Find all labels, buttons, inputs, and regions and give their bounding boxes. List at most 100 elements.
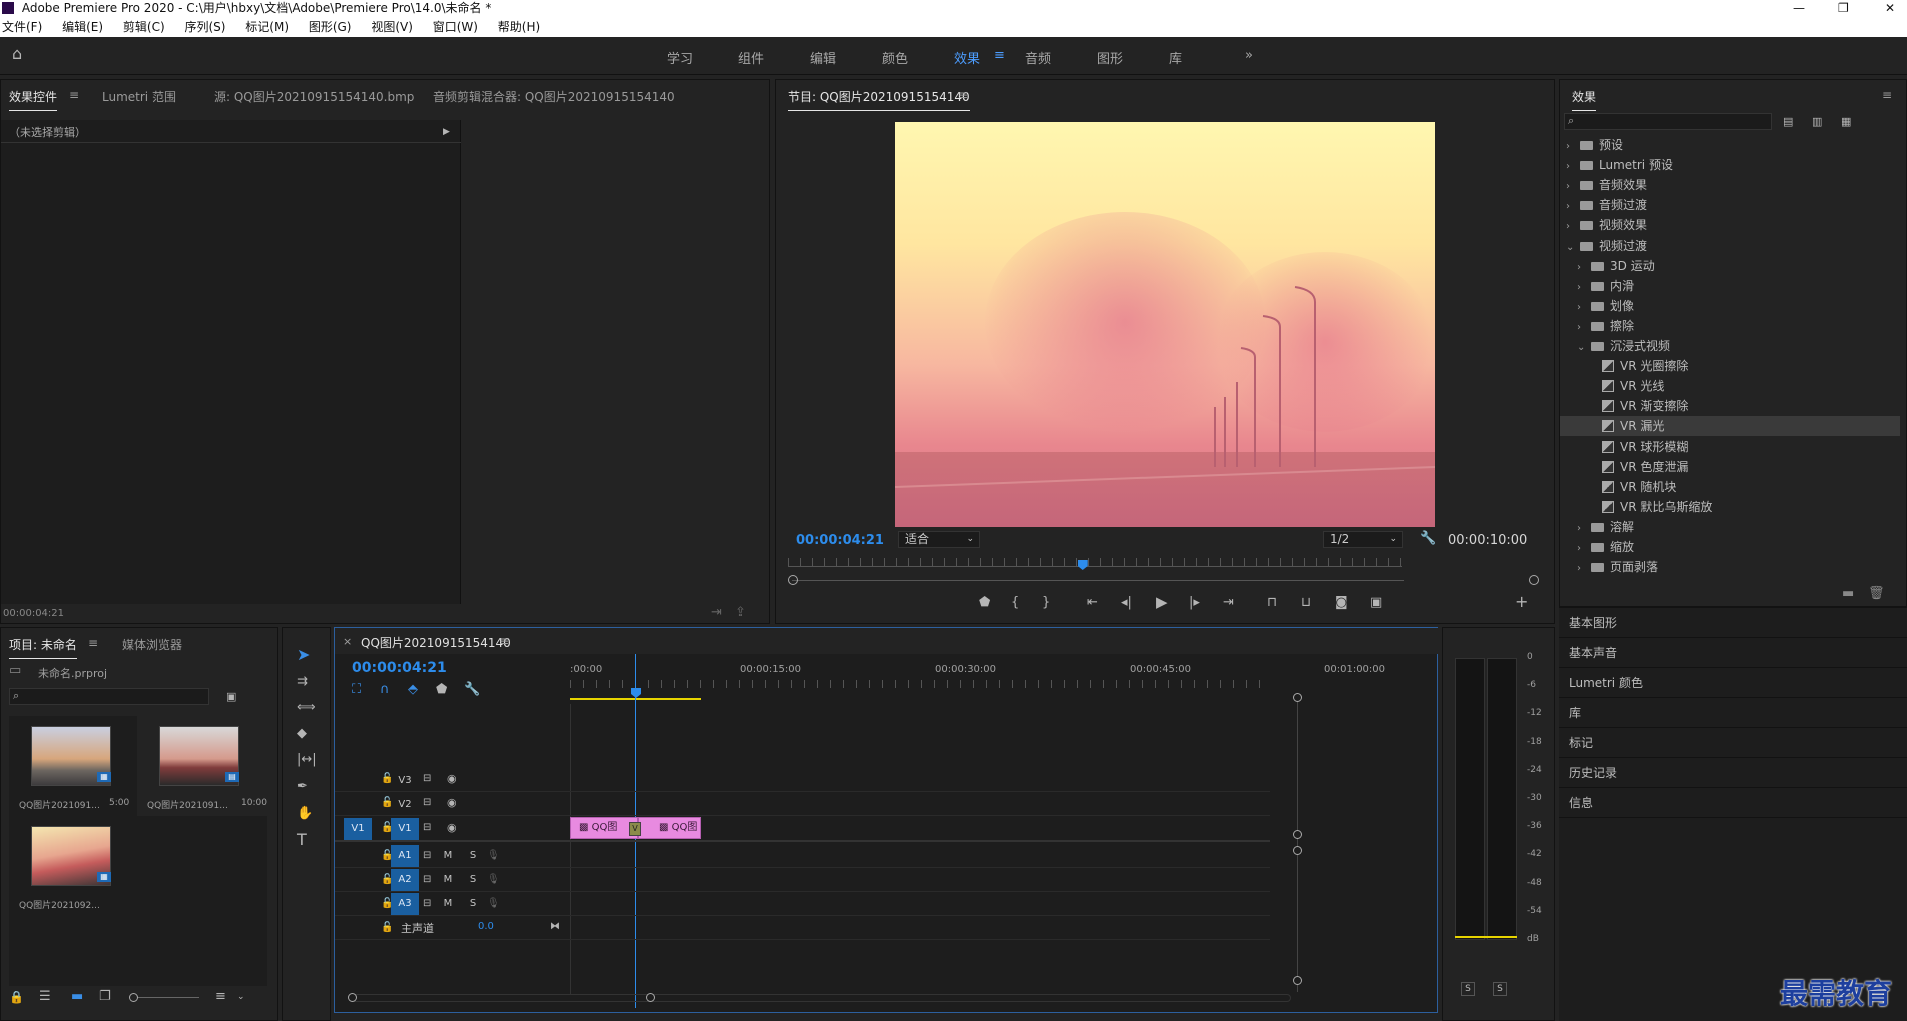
workspace-menu-icon[interactable]: ≡ xyxy=(994,48,1005,63)
sync-lock-icon[interactable]: ⊟ xyxy=(423,873,431,887)
minimize-button[interactable]: — xyxy=(1793,0,1805,16)
new-bin-icon[interactable]: ▬ xyxy=(1842,587,1854,601)
mic-icon[interactable]: 🎙 xyxy=(487,849,500,863)
export-frame-icon[interactable]: ⇥ xyxy=(711,606,722,620)
yuv-effects-icon[interactable]: ▦ xyxy=(1841,115,1851,129)
razor-tool-icon[interactable]: ◆ xyxy=(297,727,307,741)
effect-folder[interactable]: › 内滑 xyxy=(1560,276,1900,296)
transition-marker[interactable]: V xyxy=(629,822,641,836)
timeline-title[interactable]: QQ图片20210915154140 xyxy=(361,634,511,651)
chevron-right-icon[interactable]: › xyxy=(1566,157,1576,177)
track-v1-label[interactable]: V1 xyxy=(391,818,419,840)
snap-icon[interactable]: ∩ xyxy=(380,683,390,697)
timeline-settings-icon[interactable]: 🔧 xyxy=(464,683,480,697)
fit-dropdown[interactable]: 适合 ⌄ xyxy=(898,531,980,548)
project-item-3[interactable]: ▦ QQ图片2021092... xyxy=(9,816,137,916)
lock-icon[interactable]: 🔓 xyxy=(381,921,393,935)
extract-icon[interactable]: ⊔ xyxy=(1301,596,1311,610)
effect-item[interactable]: VR 光线 xyxy=(1560,376,1900,396)
sync-lock-icon[interactable]: ⊟ xyxy=(423,897,431,911)
section-info[interactable]: 信息 xyxy=(1559,787,1907,817)
list-view-icon[interactable]: ☰ xyxy=(39,990,51,1004)
linked-selection-icon[interactable]: ⬘ xyxy=(408,683,418,697)
step-back-icon[interactable]: ◂| xyxy=(1121,596,1132,610)
32bit-effects-icon[interactable]: ▥ xyxy=(1812,115,1822,129)
chevron-right-icon[interactable]: › xyxy=(1577,519,1587,539)
workspace-color[interactable]: 颜色 xyxy=(882,48,908,67)
effect-folder[interactable]: › 视频效果 xyxy=(1560,215,1900,235)
restore-button[interactable]: ❐ xyxy=(1838,0,1849,16)
menu-help[interactable]: 帮助(H) xyxy=(498,20,540,34)
vscroll-handle-top[interactable] xyxy=(1293,693,1302,702)
find-icon[interactable]: ▣ xyxy=(226,690,236,704)
tab-effect-controls[interactable]: 效果控件 xyxy=(9,88,58,111)
share-icon[interactable]: ⇪ xyxy=(735,606,746,620)
effects-search-input[interactable]: ⌕ xyxy=(1564,113,1772,130)
effect-item[interactable]: VR 球形模糊 xyxy=(1560,437,1900,457)
more-workspaces-icon[interactable]: » xyxy=(1245,48,1253,63)
mic-icon[interactable]: 🎙 xyxy=(487,897,500,911)
eye-icon[interactable]: ◉ xyxy=(447,796,457,810)
effect-folder[interactable]: › 页面剥落 xyxy=(1560,557,1900,577)
effect-folder[interactable]: ⌄ 沉浸式视频 xyxy=(1560,336,1900,356)
effect-item[interactable]: VR 漏光 xyxy=(1560,416,1900,437)
go-to-in-icon[interactable]: ⇤ xyxy=(1087,596,1098,610)
section-essential-graphics[interactable]: 基本图形 xyxy=(1559,607,1907,637)
tab-lumetri-scopes[interactable]: Lumetri 范围 xyxy=(102,88,176,105)
icon-view-icon[interactable]: ▬ xyxy=(71,990,83,1004)
camera-icon[interactable]: ◙ xyxy=(1335,596,1348,610)
nest-icon[interactable]: ⛶ xyxy=(352,683,361,697)
hand-tool-icon[interactable]: ✋ xyxy=(297,807,313,821)
tab-menu-icon[interactable]: ≡ xyxy=(69,88,79,102)
meter-solo-right[interactable]: S xyxy=(1493,982,1507,996)
workspace-assembly[interactable]: 组件 xyxy=(738,48,764,67)
section-markers[interactable]: 标记 xyxy=(1559,727,1907,757)
tab-media-browser[interactable]: 媒体浏览器 xyxy=(122,636,182,653)
workspace-libraries[interactable]: 库 xyxy=(1169,48,1182,67)
close-button[interactable]: ✕ xyxy=(1885,0,1895,16)
compare-icon[interactable]: ▣ xyxy=(1370,596,1382,610)
slip-tool-icon[interactable]: |↔| xyxy=(297,753,317,767)
chevron-right-icon[interactable]: › xyxy=(1577,278,1587,298)
chevron-right-icon[interactable]: › xyxy=(1577,258,1587,278)
lift-icon[interactable]: ⊓ xyxy=(1267,596,1277,610)
tab-project[interactable]: 项目: 未命名 xyxy=(9,636,77,659)
project-menu-icon[interactable]: ≡ xyxy=(88,636,98,650)
hscroll-handle-left[interactable] xyxy=(348,993,357,1002)
effect-item[interactable]: VR 光圈擦除 xyxy=(1560,356,1900,376)
add-marker-icon[interactable]: ⬟ xyxy=(979,596,990,610)
clip-2[interactable]: ▩ QQ图 xyxy=(638,817,701,839)
eye-icon[interactable]: ◉ xyxy=(447,821,457,835)
program-menu-icon[interactable]: ≡ xyxy=(958,88,968,102)
mic-icon[interactable]: 🎙 xyxy=(487,873,500,887)
effect-folder[interactable]: › 音频过渡 xyxy=(1560,195,1900,215)
sync-lock-icon[interactable]: ⊟ xyxy=(423,821,431,835)
project-item-2[interactable]: ▤ QQ图片2021091... 10:00 xyxy=(137,716,267,816)
menu-graphics[interactable]: 图形(G) xyxy=(309,20,352,34)
source-track-v1[interactable]: V1 xyxy=(344,818,372,840)
chevron-right-icon[interactable]: › xyxy=(1577,559,1587,579)
program-scrollbar[interactable] xyxy=(792,580,1404,581)
chevron-down-icon[interactable]: ⌄ xyxy=(237,990,245,1004)
pen-tool-icon[interactable]: ✒ xyxy=(297,780,308,794)
chevron-right-icon[interactable]: › xyxy=(1566,177,1576,197)
effect-item[interactable]: VR 随机块 xyxy=(1560,477,1900,497)
solo-a2[interactable]: S xyxy=(463,871,483,889)
vscroll-handle-mid2[interactable] xyxy=(1293,846,1302,855)
effect-folder[interactable]: › Lumetri 预设 xyxy=(1560,155,1900,175)
accelerated-effects-icon[interactable]: ▤ xyxy=(1783,115,1793,129)
workspace-graphics[interactable]: 图形 xyxy=(1097,48,1123,67)
scroll-handle-right[interactable] xyxy=(1529,575,1539,585)
expand-arrow-icon[interactable]: ▶ xyxy=(443,125,450,139)
quality-dropdown[interactable]: 1/2 ⌄ xyxy=(1323,531,1403,548)
menu-clip[interactable]: 剪辑(C) xyxy=(123,20,165,34)
effects-title[interactable]: 效果 xyxy=(1572,88,1597,111)
project-search-input[interactable]: ⌕ xyxy=(9,688,209,705)
add-button-icon[interactable]: + xyxy=(1515,594,1528,610)
solo-a1[interactable]: S xyxy=(463,847,483,865)
effect-folder[interactable]: › 擦除 xyxy=(1560,316,1900,336)
sort-icon[interactable]: ≡ xyxy=(215,990,226,1004)
menu-edit[interactable]: 编辑(E) xyxy=(62,20,103,34)
time-ruler[interactable]: :00:00 00:00:15:00 00:00:30:00 00:00:45:… xyxy=(570,658,1270,688)
scroll-handle-left[interactable] xyxy=(788,575,798,585)
